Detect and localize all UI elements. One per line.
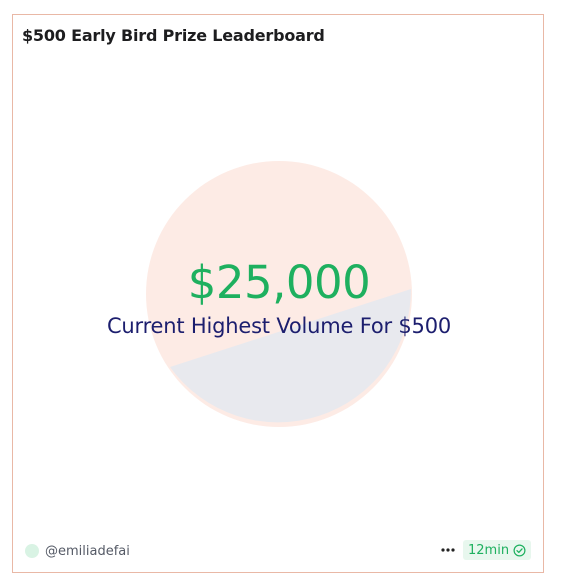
card-title: $500 Early Bird Prize Leaderboard	[22, 26, 325, 45]
check-circle-icon	[513, 543, 526, 557]
author-info[interactable]: @emiliadefai	[25, 542, 130, 560]
highest-volume-caption: Current Highest Volume For $500	[106, 314, 452, 338]
author-handle[interactable]: @emiliadefai	[45, 544, 130, 559]
more-options-icon[interactable]	[440, 542, 456, 558]
time-badge: 12min	[463, 540, 532, 560]
highest-volume-value: $25,000	[187, 256, 371, 309]
avatar	[25, 544, 39, 558]
leaderboard-card: $500 Early Bird Prize Leaderboard $25,00…	[12, 14, 544, 573]
time-label: 12min	[468, 542, 510, 558]
